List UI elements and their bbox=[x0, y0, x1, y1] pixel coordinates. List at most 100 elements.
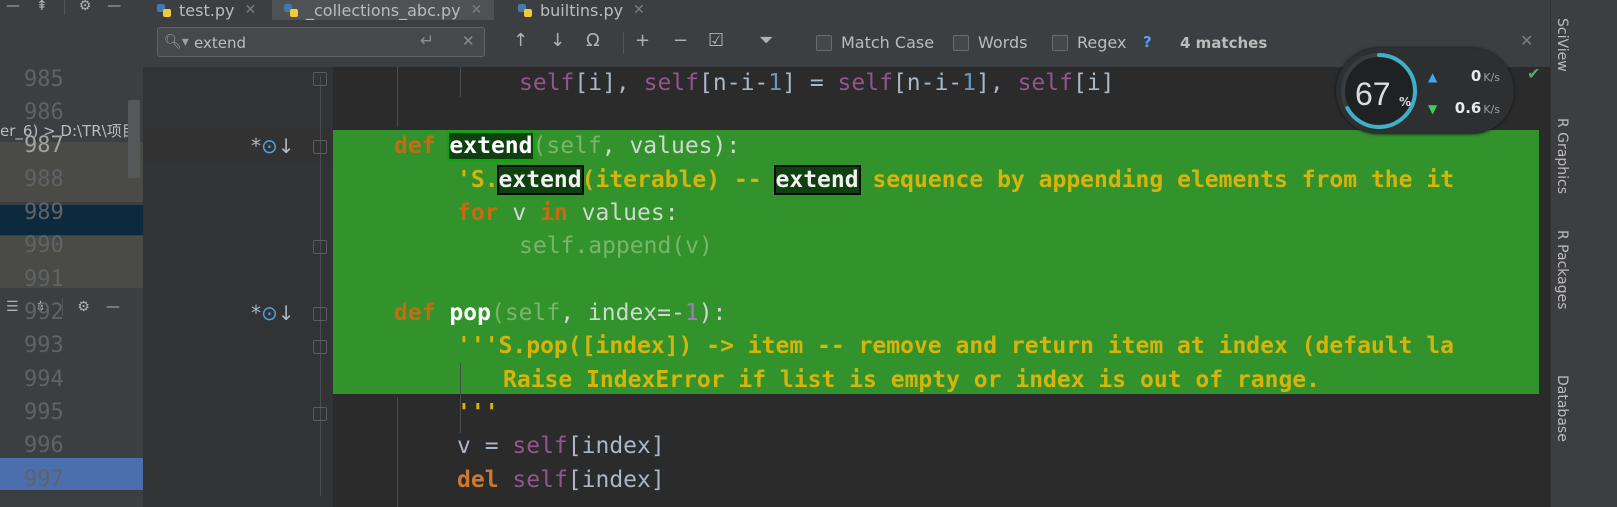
editor-scrollbar[interactable] bbox=[1539, 67, 1550, 507]
project-toolbar-top: — ⇞ ⚙ — bbox=[6, 0, 137, 16]
line-number: 987 bbox=[24, 133, 64, 158]
line-number: 986 bbox=[24, 100, 64, 125]
usage-percent: 67 bbox=[1355, 76, 1391, 112]
hide-icon[interactable]: — bbox=[107, 0, 121, 14]
code-line-987: def extend(self, values): bbox=[394, 131, 741, 161]
fold-marker-icon[interactable] bbox=[313, 140, 327, 154]
match-case-checkbox[interactable] bbox=[816, 34, 832, 51]
code-line-988: 'S.extend(iterable) -- extend sequence b… bbox=[457, 165, 1455, 195]
regex-help-link[interactable]: ? bbox=[1143, 33, 1152, 51]
words-label: Words bbox=[978, 33, 1028, 52]
code-line-992: def pop(self, index=-1): bbox=[394, 300, 727, 326]
filter-icon[interactable]: ⏷ bbox=[759, 30, 773, 51]
line-number: 995 bbox=[24, 400, 64, 425]
fold-guide bbox=[320, 76, 321, 496]
regex-option[interactable]: Regex bbox=[1052, 33, 1126, 52]
match-case-option[interactable]: Match Case bbox=[816, 33, 934, 52]
line-number: 994 bbox=[24, 367, 64, 392]
fold-marker-icon[interactable] bbox=[313, 240, 327, 254]
line-number: 992 bbox=[24, 300, 64, 325]
search-match: extend bbox=[496, 165, 584, 195]
line-number: 988 bbox=[24, 167, 64, 192]
tool-window-r-graphics[interactable]: R Graphics bbox=[1554, 118, 1570, 194]
remove-occurrence-icon[interactable]: − bbox=[673, 30, 688, 51]
code-line-995: ''' bbox=[457, 400, 499, 426]
line-number: 985 bbox=[24, 67, 64, 92]
editor-tabs: test.py ✕ _collections_abc.py ✕ builtins… bbox=[143, 0, 1550, 23]
code-line-996: v = self[index] bbox=[457, 433, 665, 459]
words-option[interactable]: Words bbox=[953, 33, 1027, 52]
code-line-994: Raise IndexError if list is empty or ind… bbox=[503, 367, 1320, 393]
tab-builtins-py[interactable]: builtins.py ✕ bbox=[518, 0, 645, 20]
regex-label: Regex bbox=[1077, 33, 1127, 52]
select-all-occurrences-icon[interactable]: ☑ bbox=[708, 30, 724, 51]
line-number: 993 bbox=[24, 333, 64, 358]
line-number: 997 bbox=[24, 467, 64, 492]
search-match: extend bbox=[447, 131, 535, 161]
hide-icon[interactable]: — bbox=[106, 299, 120, 315]
tool-window-sciview[interactable]: SciView bbox=[1554, 18, 1570, 72]
download-arrow-icon: ▼ bbox=[1428, 102, 1438, 116]
collapse-icon[interactable]: ⇞ bbox=[36, 0, 48, 14]
search-input[interactable] bbox=[192, 31, 396, 55]
tab-label: _collections_abc.py bbox=[306, 0, 461, 20]
code-line-989: for v in values: bbox=[457, 200, 679, 226]
find-all-icon[interactable]: Ω bbox=[586, 30, 600, 51]
code-editor[interactable]: self[i], self[n-i-1] = self[n-i-1], self… bbox=[333, 67, 1550, 507]
python-file-icon bbox=[518, 2, 534, 18]
clear-icon[interactable]: ✕ bbox=[462, 32, 475, 50]
gear-icon[interactable]: ⚙ bbox=[79, 0, 92, 14]
code-line-990: self.append(v) bbox=[519, 233, 713, 259]
tool-window-r-packages[interactable]: R Packages bbox=[1554, 230, 1570, 310]
indent-guide bbox=[397, 397, 398, 507]
search-box[interactable]: 🔍︎▾ ↵ ✕ bbox=[157, 27, 485, 57]
fold-marker-icon[interactable] bbox=[313, 72, 327, 86]
toolbar-separator bbox=[63, 0, 65, 15]
add-occurrence-icon[interactable]: + bbox=[635, 30, 650, 51]
words-checkbox[interactable] bbox=[953, 34, 969, 51]
line-number: 990 bbox=[24, 233, 64, 258]
next-occurrence-icon[interactable]: ↓ bbox=[550, 30, 565, 51]
fold-marker-icon[interactable] bbox=[313, 307, 327, 321]
tab-label: test.py bbox=[179, 0, 235, 20]
search-match: extend bbox=[773, 165, 861, 195]
list-icon[interactable]: ☰ bbox=[6, 299, 19, 315]
tab-test-py[interactable]: test.py ✕ bbox=[157, 0, 256, 20]
python-file-icon bbox=[284, 2, 300, 18]
upload-speed: ▲ 0 K/s bbox=[1428, 67, 1500, 85]
regex-checkbox[interactable] bbox=[1052, 34, 1068, 51]
close-icon[interactable]: ✕ bbox=[1520, 31, 1533, 50]
close-icon[interactable]: ✕ bbox=[633, 2, 645, 18]
indent-guide bbox=[397, 67, 398, 127]
minus-icon[interactable]: — bbox=[6, 0, 20, 14]
right-tool-strip: SciView R Graphics R Packages Database bbox=[1550, 0, 1617, 507]
new-line-icon[interactable]: ↵ bbox=[420, 31, 434, 51]
code-line-985: self[i], self[n-i-1] = self[n-i-1], self… bbox=[519, 70, 1115, 96]
code-line-997: del self[index] bbox=[457, 467, 665, 493]
match-case-label: Match Case bbox=[841, 33, 935, 52]
fold-marker-icon[interactable] bbox=[313, 340, 327, 354]
indent-guide bbox=[460, 67, 461, 97]
tool-window-database[interactable]: Database bbox=[1554, 375, 1570, 442]
close-icon[interactable]: ✕ bbox=[471, 2, 483, 18]
download-speed: ▼ 0.6 K/s bbox=[1428, 99, 1500, 117]
upload-arrow-icon: ▲ bbox=[1428, 70, 1438, 84]
python-file-icon bbox=[157, 2, 173, 18]
line-number: 996 bbox=[24, 433, 64, 458]
toolbar-separator bbox=[623, 32, 624, 54]
match-count: 4 matches bbox=[1180, 34, 1268, 52]
percent-sign: % bbox=[1399, 95, 1412, 109]
tab-label: builtins.py bbox=[540, 0, 624, 20]
override-marker-icon[interactable]: *⊙↓ bbox=[251, 134, 295, 158]
override-marker-icon[interactable]: *⊙↓ bbox=[251, 301, 295, 325]
line-number: 991 bbox=[24, 267, 64, 292]
search-icon[interactable]: 🔍︎▾ bbox=[164, 34, 189, 50]
project-scrollbar[interactable] bbox=[128, 100, 140, 178]
code-line-993: '''S.pop([index]) -> item -- remove and … bbox=[457, 333, 1454, 359]
fold-marker-icon[interactable] bbox=[313, 407, 327, 421]
previous-occurrence-icon[interactable]: ↑ bbox=[513, 30, 528, 51]
current-line-gutter bbox=[143, 130, 333, 163]
line-number: 989 bbox=[24, 200, 64, 225]
close-icon[interactable]: ✕ bbox=[244, 2, 256, 18]
inspection-ok-icon[interactable]: ✔ bbox=[1527, 64, 1540, 83]
